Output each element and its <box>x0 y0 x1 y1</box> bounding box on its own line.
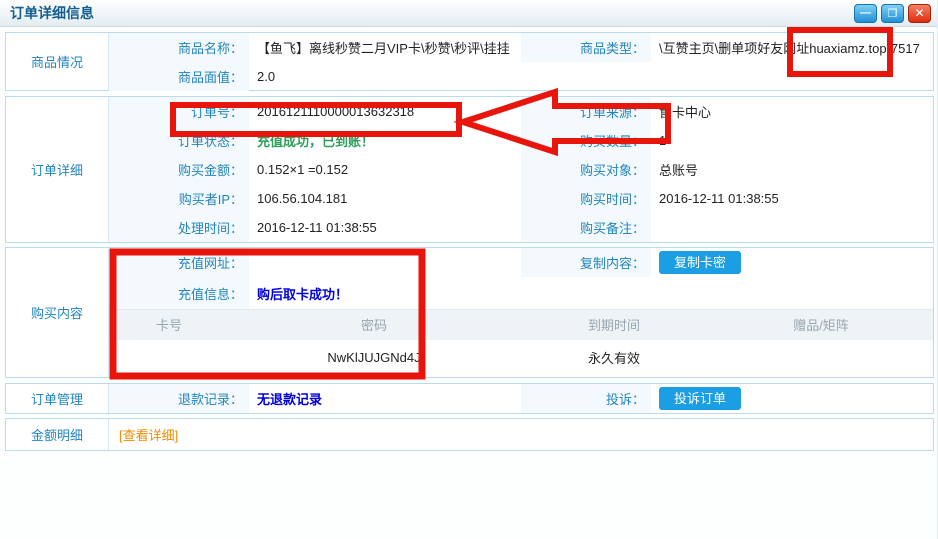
maximize-icon: ❐ <box>888 7 898 20</box>
card-password-header: 密码 <box>229 310 519 340</box>
row-product-value: 商品面值： 2.0 <box>109 62 933 91</box>
row-buyer-ip: 购买者IP： 106.56.104.181 购买时间： 2016-12-11 0… <box>109 184 933 213</box>
minimize-button[interactable]: — <box>854 4 877 23</box>
card-number-header: 卡号 <box>109 310 229 340</box>
card-table-header-row: 卡号 密码 到期时间 赠品/矩阵 <box>109 310 933 340</box>
row-buy-amount: 购买金额： 0.152×1 =0.152 购买对象： 总账号 <box>109 155 933 184</box>
buy-quantity-label: 购买数量： <box>521 126 651 155</box>
order-status-label: 订单状态： <box>109 126 249 155</box>
minimize-icon: — <box>860 7 871 19</box>
close-button[interactable]: ✕ <box>908 4 931 23</box>
order-detail-window: 订单详细信息 — ❐ ✕ 商品情况 商品名称： 【鱼飞】离线秒赞二月VIP卡\秒… <box>0 0 938 539</box>
card-gift-cell <box>709 340 933 376</box>
card-table: 卡号 密码 到期时间 赠品/矩阵 NwKlJUJGNd4J 永久有效 <box>109 309 933 376</box>
buy-remark-label: 购买备注： <box>521 213 651 242</box>
complain-order-button[interactable]: 投诉订单 <box>659 387 741 410</box>
refund-record-label: 退款记录： <box>109 384 249 413</box>
product-facevalue-label: 商品面值： <box>109 62 249 91</box>
copy-card-secret-button[interactable]: 复制卡密 <box>659 251 741 274</box>
section-header-order: 订单详细 <box>6 97 109 242</box>
row-product-name: 商品名称： 【鱼飞】离线秒赞二月VIP卡\秒赞\秒评\挂挂 商品类型： \互赞主… <box>109 33 933 62</box>
card-expiry-header: 到期时间 <box>519 310 709 340</box>
product-type-label: 商品类型： <box>521 33 651 62</box>
recharge-info-value: 购后取卡成功！ <box>249 284 933 303</box>
row-refund: 退款记录： 无退款记录 投诉： 投诉订单 <box>109 384 933 413</box>
refund-record-value: 无退款记录 <box>249 389 521 408</box>
order-number-label: 订单号： <box>109 97 249 126</box>
order-number-value: 2016121110000013632318 <box>249 104 521 119</box>
section-header-product: 商品情况 <box>6 33 109 90</box>
buy-time-value: 2016-12-11 01:38:55 <box>651 191 933 206</box>
section-header-amount: 金额明细 <box>6 419 109 450</box>
copy-content-label: 复制内容： <box>521 248 651 277</box>
section-product-info: 商品情况 商品名称： 【鱼飞】离线秒赞二月VIP卡\秒赞\秒评\挂挂 商品类型：… <box>5 32 934 91</box>
product-facevalue-value: 2.0 <box>249 69 933 84</box>
recharge-url-label: 充值网址： <box>109 248 249 277</box>
complaint-label: 投诉： <box>521 384 651 413</box>
page-title: 订单详细信息 <box>10 3 94 23</box>
section-purchase-content: 购买内容 充值网址： 复制内容： 复制卡密 充值信息： 购后取卡成功！ 卡号 密… <box>5 247 934 378</box>
close-icon: ✕ <box>914 6 924 20</box>
product-name-value: 【鱼飞】离线秒赞二月VIP卡\秒赞\秒评\挂挂 <box>249 38 521 57</box>
section-order-manage: 订单管理 退款记录： 无退款记录 投诉： 投诉订单 <box>5 383 934 414</box>
recharge-info-label: 充值信息： <box>109 277 249 309</box>
card-gift-header: 赠品/矩阵 <box>709 310 933 340</box>
row-order-number: 订单号： 2016121110000013632318 订单来源： 售卡中心 <box>109 97 933 126</box>
process-time-label: 处理时间： <box>109 213 249 242</box>
row-order-status: 订单状态： 充值成功，已到账！ 购买数量： 1 <box>109 126 933 155</box>
buy-target-value: 总账号 <box>651 160 933 179</box>
window-controls: — ❐ ✕ <box>854 4 931 23</box>
row-recharge-url: 充值网址： 复制内容： 复制卡密 <box>109 248 933 277</box>
buy-quantity-value: 1 <box>651 133 933 148</box>
card-table-row: NwKlJUJGNd4J 永久有效 <box>109 340 933 376</box>
card-number-cell <box>109 340 229 376</box>
product-type-value: \互赞主页\删单项好友网址huaxiamz.top(7517 <box>651 38 933 57</box>
order-status-value: 充值成功，已到账！ <box>249 131 521 150</box>
section-order-detail: 订单详细 订单号： 2016121110000013632318 订单来源： 售… <box>5 96 934 243</box>
product-name-label: 商品名称： <box>109 33 249 62</box>
section-header-manage: 订单管理 <box>6 384 109 413</box>
buy-amount-label: 购买金额： <box>109 155 249 184</box>
card-password-cell: NwKlJUJGNd4J <box>229 340 519 376</box>
maximize-button[interactable]: ❐ <box>881 4 904 23</box>
buyer-ip-value: 106.56.104.181 <box>249 191 521 206</box>
buy-target-label: 购买对象： <box>521 155 651 184</box>
row-process-time: 处理时间： 2016-12-11 01:38:55 购买备注： <box>109 213 933 242</box>
order-source-label: 订单来源： <box>521 97 651 126</box>
section-amount-detail: 金额明细 [查看详细] <box>5 418 934 451</box>
card-expiry-cell: 永久有效 <box>519 340 709 376</box>
row-recharge-info: 充值信息： 购后取卡成功！ <box>109 277 933 309</box>
buy-amount-value: 0.152×1 =0.152 <box>249 162 521 177</box>
section-header-content: 购买内容 <box>6 248 109 377</box>
buyer-ip-label: 购买者IP： <box>109 184 249 213</box>
title-bar: 订单详细信息 — ❐ ✕ <box>0 0 937 27</box>
view-detail-link[interactable]: [查看详细] <box>109 425 178 444</box>
process-time-value: 2016-12-11 01:38:55 <box>249 220 521 235</box>
order-source-value: 售卡中心 <box>651 102 933 121</box>
buy-time-label: 购买时间： <box>521 184 651 213</box>
